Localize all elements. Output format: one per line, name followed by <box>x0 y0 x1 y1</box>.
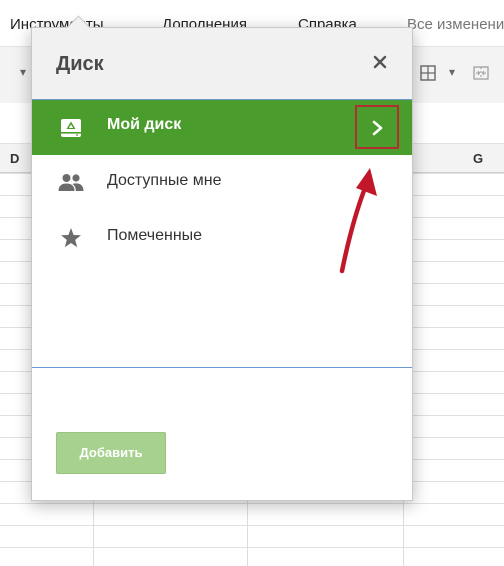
borders-icon[interactable] <box>420 65 436 81</box>
toolbar-dropdown-icon[interactable]: ▾ <box>20 65 26 79</box>
star-icon <box>61 228 81 248</box>
add-button[interactable]: Добавить <box>56 432 166 474</box>
column-header-g[interactable]: G <box>473 151 483 166</box>
drive-dialog: Диск Мой диск Доступные мне Помеченные Д… <box>31 15 413 501</box>
close-button[interactable] <box>368 50 392 74</box>
nav-item-label: Помеченные <box>107 227 203 244</box>
people-icon <box>58 174 84 191</box>
nav-item-my-drive[interactable]: Мой диск <box>32 100 412 155</box>
column-header-d[interactable]: D <box>10 151 19 166</box>
merge-cells-icon[interactable] <box>473 66 489 80</box>
borders-dropdown-icon[interactable]: ▾ <box>449 65 455 79</box>
dialog-divider <box>32 367 412 368</box>
chevron-right-icon <box>372 120 383 136</box>
nav-item-starred[interactable]: Помеченные <box>32 210 412 265</box>
nav-item-label: Мой диск <box>107 116 182 133</box>
save-status[interactable]: Все изменения <box>407 16 504 33</box>
close-icon <box>373 55 387 69</box>
drive-icon <box>61 119 81 137</box>
nav-item-shared-with-me[interactable]: Доступные мне <box>32 155 412 210</box>
expand-folder-button[interactable] <box>355 105 399 149</box>
dialog-title: Диск <box>56 53 104 75</box>
dialog-header: Диск <box>32 28 412 100</box>
nav-item-label: Доступные мне <box>107 172 222 189</box>
